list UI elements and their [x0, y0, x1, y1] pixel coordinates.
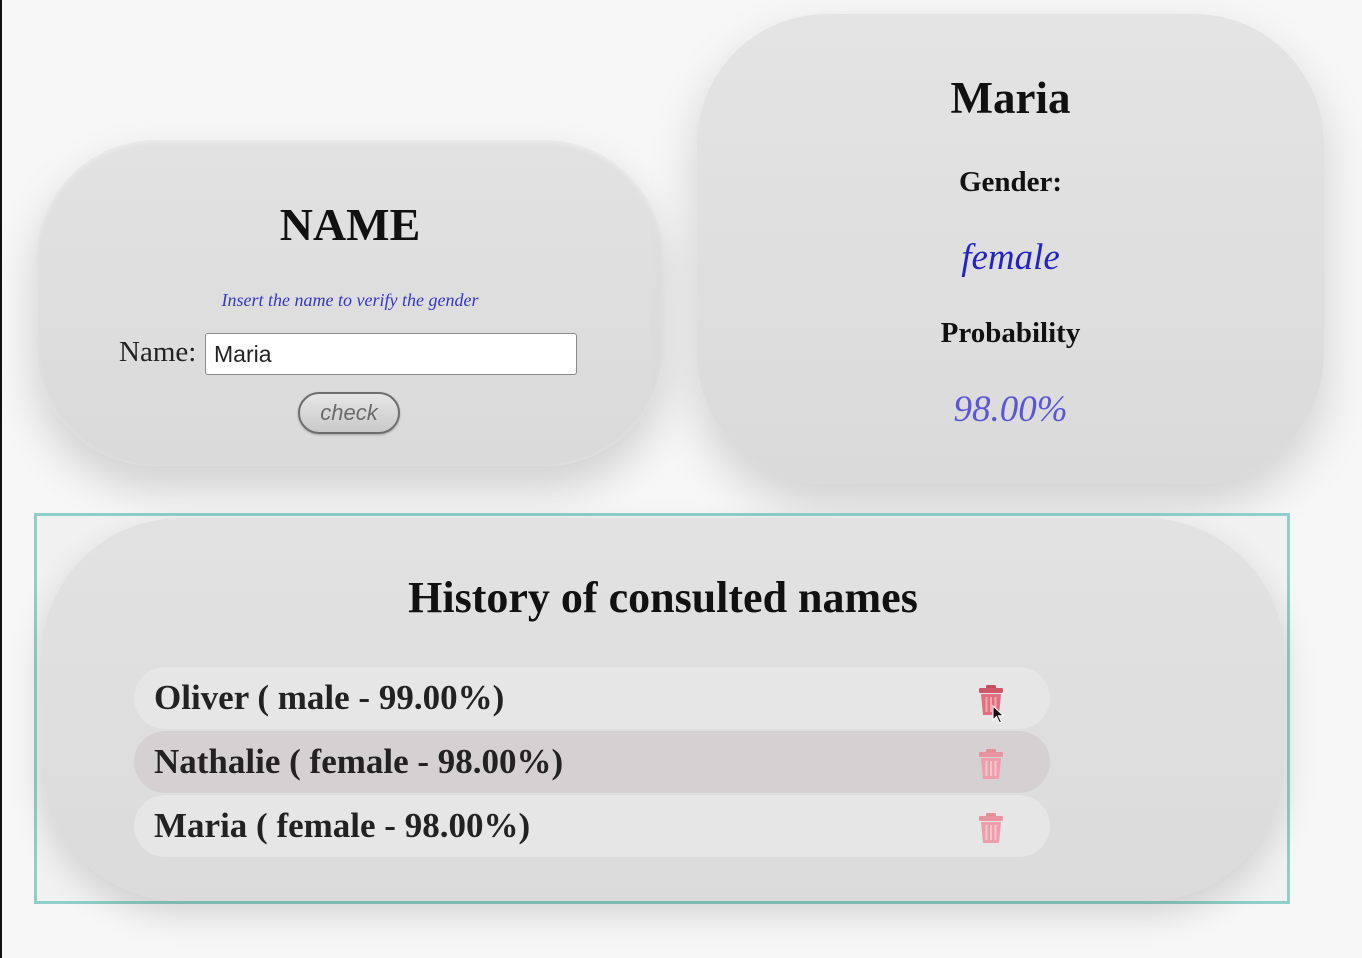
name-field-label: Name:	[119, 336, 197, 368]
name-input[interactable]	[205, 333, 577, 375]
result-name: Maria	[950, 73, 1071, 123]
history-card: History of consulted names Oliver ( male…	[41, 518, 1285, 901]
probability-label: Probability	[940, 317, 1081, 349]
trash-icon[interactable]	[974, 747, 1008, 781]
name-form-hint: Insert the name to verify the gender	[221, 290, 479, 310]
window-left-edge	[0, 0, 2, 958]
name-form-card: NAME Insert the name to verify the gende…	[36, 140, 664, 466]
history-item: Oliver ( male - 99.00%)	[134, 667, 1050, 729]
check-button[interactable]: check	[298, 392, 400, 434]
history-item-text: Nathalie ( female - 98.00%)	[154, 742, 564, 781]
name-form-title: NAME	[279, 199, 421, 250]
history-item: Maria ( female - 98.00%)	[134, 795, 1050, 857]
mouse-cursor-icon	[992, 704, 1006, 730]
gender-value: female	[961, 237, 1060, 278]
history-title: History of consulted names	[408, 573, 918, 622]
history-panel: History of consulted names Oliver ( male…	[34, 513, 1290, 904]
trash-icon[interactable]	[974, 811, 1008, 845]
probability-value: 98.00%	[953, 389, 1068, 430]
result-card: Maria Gender: female Probability 98.00%	[697, 14, 1324, 484]
history-item: Nathalie ( female - 98.00%)	[134, 731, 1050, 793]
history-item-text: Maria ( female - 98.00%)	[154, 806, 531, 845]
gender-label: Gender:	[958, 166, 1063, 198]
history-list: Oliver ( male - 99.00%) Nathalie ( femal…	[134, 667, 1050, 859]
history-item-text: Oliver ( male - 99.00%)	[154, 678, 505, 717]
